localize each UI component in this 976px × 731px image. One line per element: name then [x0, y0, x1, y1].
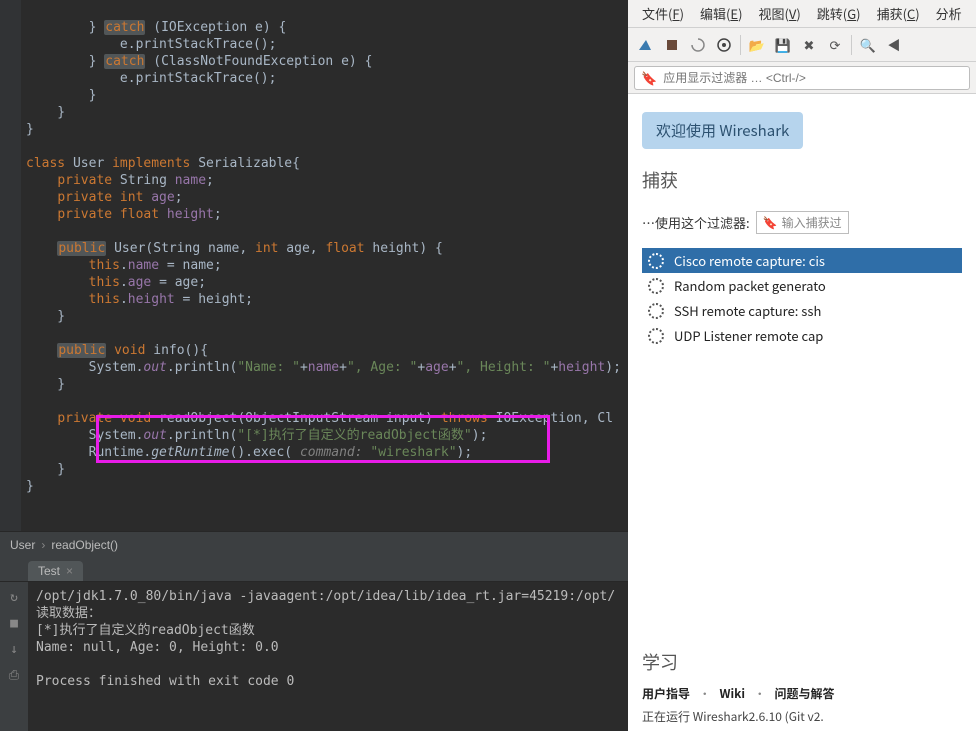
gear-icon	[648, 253, 664, 269]
link-user-guide[interactable]: 用户指导	[642, 685, 690, 702]
bookmark-icon[interactable]: 🔖	[641, 68, 657, 87]
ide-panel: } catch (IOException e) { e.printStackTr…	[0, 0, 628, 731]
console-output[interactable]: /opt/jdk1.7.0_80/bin/java -javaagent:/op…	[28, 582, 628, 731]
breadcrumb-sep: ›	[41, 538, 45, 552]
toolbar-separator	[851, 35, 852, 55]
wireshark-footer: 学习 用户指导 · Wiki · 问题与解答 正在运行 Wireshark2.6…	[628, 639, 976, 731]
breadcrumb[interactable]: User › readObject()	[0, 531, 628, 558]
menu-file[interactable]: 文件(F)	[634, 1, 692, 26]
gear-icon	[648, 278, 664, 294]
interface-random[interactable]: Random packet generato	[642, 273, 962, 298]
menu-go[interactable]: 跳转(G)	[809, 1, 869, 26]
interface-ssh[interactable]: SSH remote capture: ssh	[642, 298, 962, 323]
save-file-icon[interactable]: 💾	[771, 33, 795, 57]
code-area: } catch (IOException e) { e.printStackTr…	[0, 0, 628, 531]
console-tabs: Test ×	[0, 558, 628, 582]
wireshark-window: 文件(F) 编辑(E) 视图(V) 跳转(G) 捕获(C) 分析 📂 💾 ✖ ⟳…	[628, 0, 976, 731]
gear-icon	[648, 328, 664, 344]
learn-heading: 学习	[642, 649, 962, 675]
toolbar-separator	[740, 35, 741, 55]
status-bar: 正在运行 Wireshark2.6.10 (Git v2.	[642, 708, 962, 725]
capture-filter-row: …使用这个过滤器: 🔖 输入捕获过	[642, 211, 962, 234]
dot-sep: ·	[699, 685, 711, 702]
bookmark-icon: 🔖	[763, 214, 778, 231]
menu-capture[interactable]: 捕获(C)	[869, 1, 928, 26]
open-file-icon[interactable]: 📂	[745, 33, 769, 57]
display-filter-input[interactable]	[663, 71, 963, 85]
link-qa[interactable]: 问题与解答	[775, 685, 835, 702]
code-gutter[interactable]	[0, 0, 22, 531]
console-toolbar: ↻ ■ ↓ ⎙	[0, 582, 28, 731]
wireshark-toolbar: 📂 💾 ✖ ⟳ 🔍 ◀	[628, 28, 976, 62]
interface-udp[interactable]: UDP Listener remote cap	[642, 323, 962, 348]
menu-view[interactable]: 视图(V)	[750, 1, 808, 26]
breadcrumb-method[interactable]: readObject()	[51, 538, 118, 552]
interface-cisco[interactable]: Cisco remote capture: cis	[642, 248, 962, 273]
tab-test[interactable]: Test ×	[28, 561, 83, 581]
welcome-badge: 欢迎使用 Wireshark	[642, 112, 803, 149]
menu-edit[interactable]: 编辑(E)	[692, 1, 750, 26]
capture-heading: 捕获	[642, 167, 962, 193]
reload-icon[interactable]: ⟳	[823, 33, 847, 57]
breadcrumb-class[interactable]: User	[10, 538, 35, 552]
capture-hint-label: …使用这个过滤器:	[642, 213, 750, 232]
stop-capture-icon[interactable]	[660, 33, 684, 57]
find-icon[interactable]: 🔍	[856, 33, 880, 57]
display-filter-bar: 🔖	[628, 62, 976, 94]
tab-label: Test	[38, 564, 60, 578]
stop-icon[interactable]: ■	[5, 614, 23, 632]
close-file-icon[interactable]: ✖	[797, 33, 821, 57]
code-editor[interactable]: } catch (IOException e) { e.printStackTr…	[22, 0, 628, 531]
shark-fin-icon[interactable]	[634, 33, 658, 57]
print-icon[interactable]: ⎙	[5, 666, 23, 684]
close-icon[interactable]: ×	[66, 564, 73, 578]
link-wiki[interactable]: Wiki	[720, 685, 746, 702]
dot-sep: ·	[754, 685, 766, 702]
interface-list: Cisco remote capture: cis Random packet …	[642, 248, 962, 348]
console-panel: ↻ ■ ↓ ⎙ /opt/jdk1.7.0_80/bin/java -javaa…	[0, 582, 628, 731]
gear-icon	[648, 303, 664, 319]
capture-filter-input[interactable]: 🔖 输入捕获过	[756, 211, 849, 234]
display-filter-input-wrap[interactable]: 🔖	[634, 66, 970, 90]
down-icon[interactable]: ↓	[5, 640, 23, 658]
learn-links: 用户指导 · Wiki · 问题与解答	[642, 685, 962, 702]
highlight-box	[96, 415, 550, 463]
restart-capture-icon[interactable]	[686, 33, 710, 57]
prev-icon[interactable]: ◀	[882, 33, 906, 57]
capture-options-icon[interactable]	[712, 33, 736, 57]
wireshark-body: 欢迎使用 Wireshark 捕获 …使用这个过滤器: 🔖 输入捕获过 Cisc…	[628, 94, 976, 639]
wireshark-menubar: 文件(F) 编辑(E) 视图(V) 跳转(G) 捕获(C) 分析	[628, 0, 976, 28]
rerun-icon[interactable]: ↻	[5, 588, 23, 606]
menu-analyze[interactable]: 分析	[928, 1, 970, 26]
